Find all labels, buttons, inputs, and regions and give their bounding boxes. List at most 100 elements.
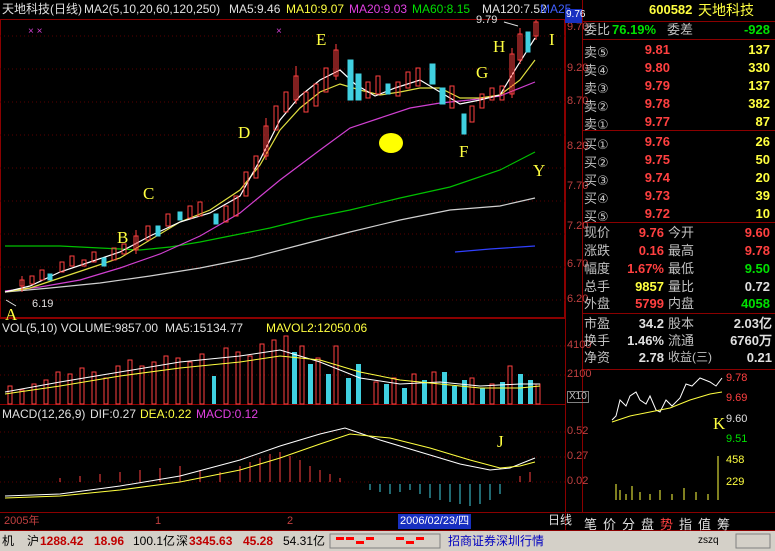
broker-name[interactable]: 招商证券深圳行情 — [448, 535, 544, 547]
tab-trades[interactable]: 笔 — [584, 514, 597, 533]
annotation-b: B — [117, 228, 129, 247]
annotation-j: J — [497, 432, 504, 451]
annotation-g: G — [476, 63, 489, 82]
sell-level-label: 卖③ — [584, 81, 609, 96]
fund-value: 1.46% — [627, 333, 664, 348]
ma-group-label: MA2(5,10,20,60,120,250) — [84, 2, 221, 16]
annotation-f: F — [459, 142, 469, 161]
weicha-value: -928 — [743, 22, 770, 37]
sh-change: 18.96 — [94, 534, 125, 548]
fund-value: 0.21 — [746, 350, 772, 365]
buy-level-label: 买② — [584, 155, 609, 170]
macd-dea: DEA:0.22 — [140, 407, 192, 421]
macd-title: MACD(12,26,9) — [2, 407, 86, 421]
svg-text:×: × — [276, 26, 282, 37]
sell-level-volume: 87 — [755, 114, 770, 129]
ma10-value: MA10:9.07 — [286, 2, 345, 16]
sell-level-volume: 382 — [748, 96, 770, 111]
stat-value: 5799 — [635, 296, 664, 311]
buy-level-label: 买④ — [584, 191, 609, 206]
stat-label: 最低 — [668, 261, 695, 276]
buy-level-label: 买③ — [584, 173, 609, 188]
sh-label: 沪 — [27, 534, 40, 548]
tab-value[interactable]: 值 — [698, 514, 711, 533]
stock-code: 600582 — [649, 2, 693, 17]
ma60-value: MA60:8.15 — [412, 2, 471, 16]
macd-axis-label: 0.27 — [567, 450, 589, 462]
weicha-label: 委差 — [667, 22, 694, 37]
macd-dif: DIF:0.27 — [90, 407, 137, 421]
buy-level-price: 9.74 — [644, 170, 670, 185]
buy-level-volume: 20 — [755, 170, 770, 185]
stat-value: 0.72 — [744, 279, 770, 294]
sell-level-volume: 137 — [748, 42, 770, 57]
buy-level-volume: 10 — [755, 206, 770, 221]
mini-intraday-chart — [611, 377, 723, 500]
svg-text:× ×: × × — [28, 26, 43, 37]
low-price-mark: 6.19 — [32, 298, 54, 310]
mini-chart-label: 9.51 — [726, 433, 748, 445]
stat-label: 今开 — [668, 225, 695, 240]
sz-label: 深 — [176, 534, 189, 548]
stat-label: 总手 — [584, 279, 611, 294]
stat-value: 4058 — [741, 296, 770, 311]
sh-amount: 100.1亿 — [133, 534, 176, 548]
sell-level-volume: 137 — [748, 78, 770, 93]
stat-label: 外盘 — [584, 296, 611, 311]
mini-chart-label: 458 — [726, 454, 745, 466]
volume-title: VOL(5,10) VOLUME:9857.00 — [2, 321, 159, 335]
fund-label: 换手 — [584, 333, 611, 348]
buy-level-label: 买⑤ — [584, 209, 609, 224]
tab-trend[interactable]: 势 — [660, 514, 673, 533]
annotation-d: D — [238, 123, 251, 142]
sell-level-price: 9.81 — [644, 42, 670, 57]
tab-minute[interactable]: 分 — [622, 514, 635, 533]
sell-level-label: 卖① — [584, 117, 609, 132]
stat-value: 9.50 — [744, 261, 770, 276]
sell-level-price: 9.78 — [644, 96, 670, 111]
sell-level-price: 9.79 — [644, 78, 670, 93]
buy-level-price: 9.73 — [644, 188, 670, 203]
buy-level-price: 9.76 — [644, 134, 670, 149]
buy-level-price: 9.75 — [644, 152, 670, 167]
ma5-value: MA5:9.46 — [229, 2, 281, 16]
buy-level-label: 买① — [584, 137, 609, 152]
stat-label: 量比 — [668, 279, 695, 294]
sz-change: 45.28 — [243, 534, 274, 548]
fund-label: 市盈 — [584, 316, 611, 331]
stat-label: 现价 — [584, 225, 611, 240]
annotation-c: C — [143, 184, 155, 203]
cursor-date: 2006/02/23/四 — [398, 514, 472, 529]
fund-value: 2.03亿 — [733, 316, 772, 331]
ma20-value: MA20:9.03 — [349, 2, 408, 16]
sz-index: 3345.63 — [189, 534, 233, 548]
buy-level-volume: 50 — [755, 152, 770, 167]
weibi-label: 委比 — [584, 22, 611, 37]
sell-level-label: 卖② — [584, 99, 609, 114]
volume-scale-label: X10 — [567, 391, 589, 403]
period-button[interactable]: 日线 — [548, 514, 572, 526]
fund-label: 收益(三) — [668, 350, 712, 364]
tab-chips[interactable]: 筹 — [717, 514, 730, 533]
high-arrow-icon — [503, 21, 519, 27]
buy-level-volume: 39 — [755, 188, 770, 203]
time-axis-year: 2005年 — [4, 515, 40, 527]
stat-value: 0.16 — [638, 243, 664, 258]
macd-axis-label: 0.02 — [567, 475, 589, 487]
stock-name: 天地科技 — [698, 2, 754, 18]
tab-board[interactable]: 盘 — [641, 514, 654, 533]
sell-level-volume: 330 — [748, 60, 770, 75]
mini-chart-label: 9.78 — [726, 372, 748, 384]
sell-level-label: 卖④ — [584, 63, 609, 78]
annotation-e: E — [316, 30, 327, 49]
status-app-label: 机 — [2, 534, 15, 548]
tab-price[interactable]: 价 — [603, 514, 616, 533]
stat-value: 9.78 — [744, 243, 770, 258]
moving-average-lines — [4, 37, 536, 293]
stat-value: 9.60 — [744, 225, 770, 240]
stat-label: 涨跌 — [584, 243, 611, 258]
fund-value: 6760万 — [730, 333, 772, 348]
sell-level-price: 9.80 — [644, 60, 670, 75]
tab-index[interactable]: 指 — [679, 514, 692, 533]
sz-amount: 54.31亿 — [283, 534, 326, 548]
